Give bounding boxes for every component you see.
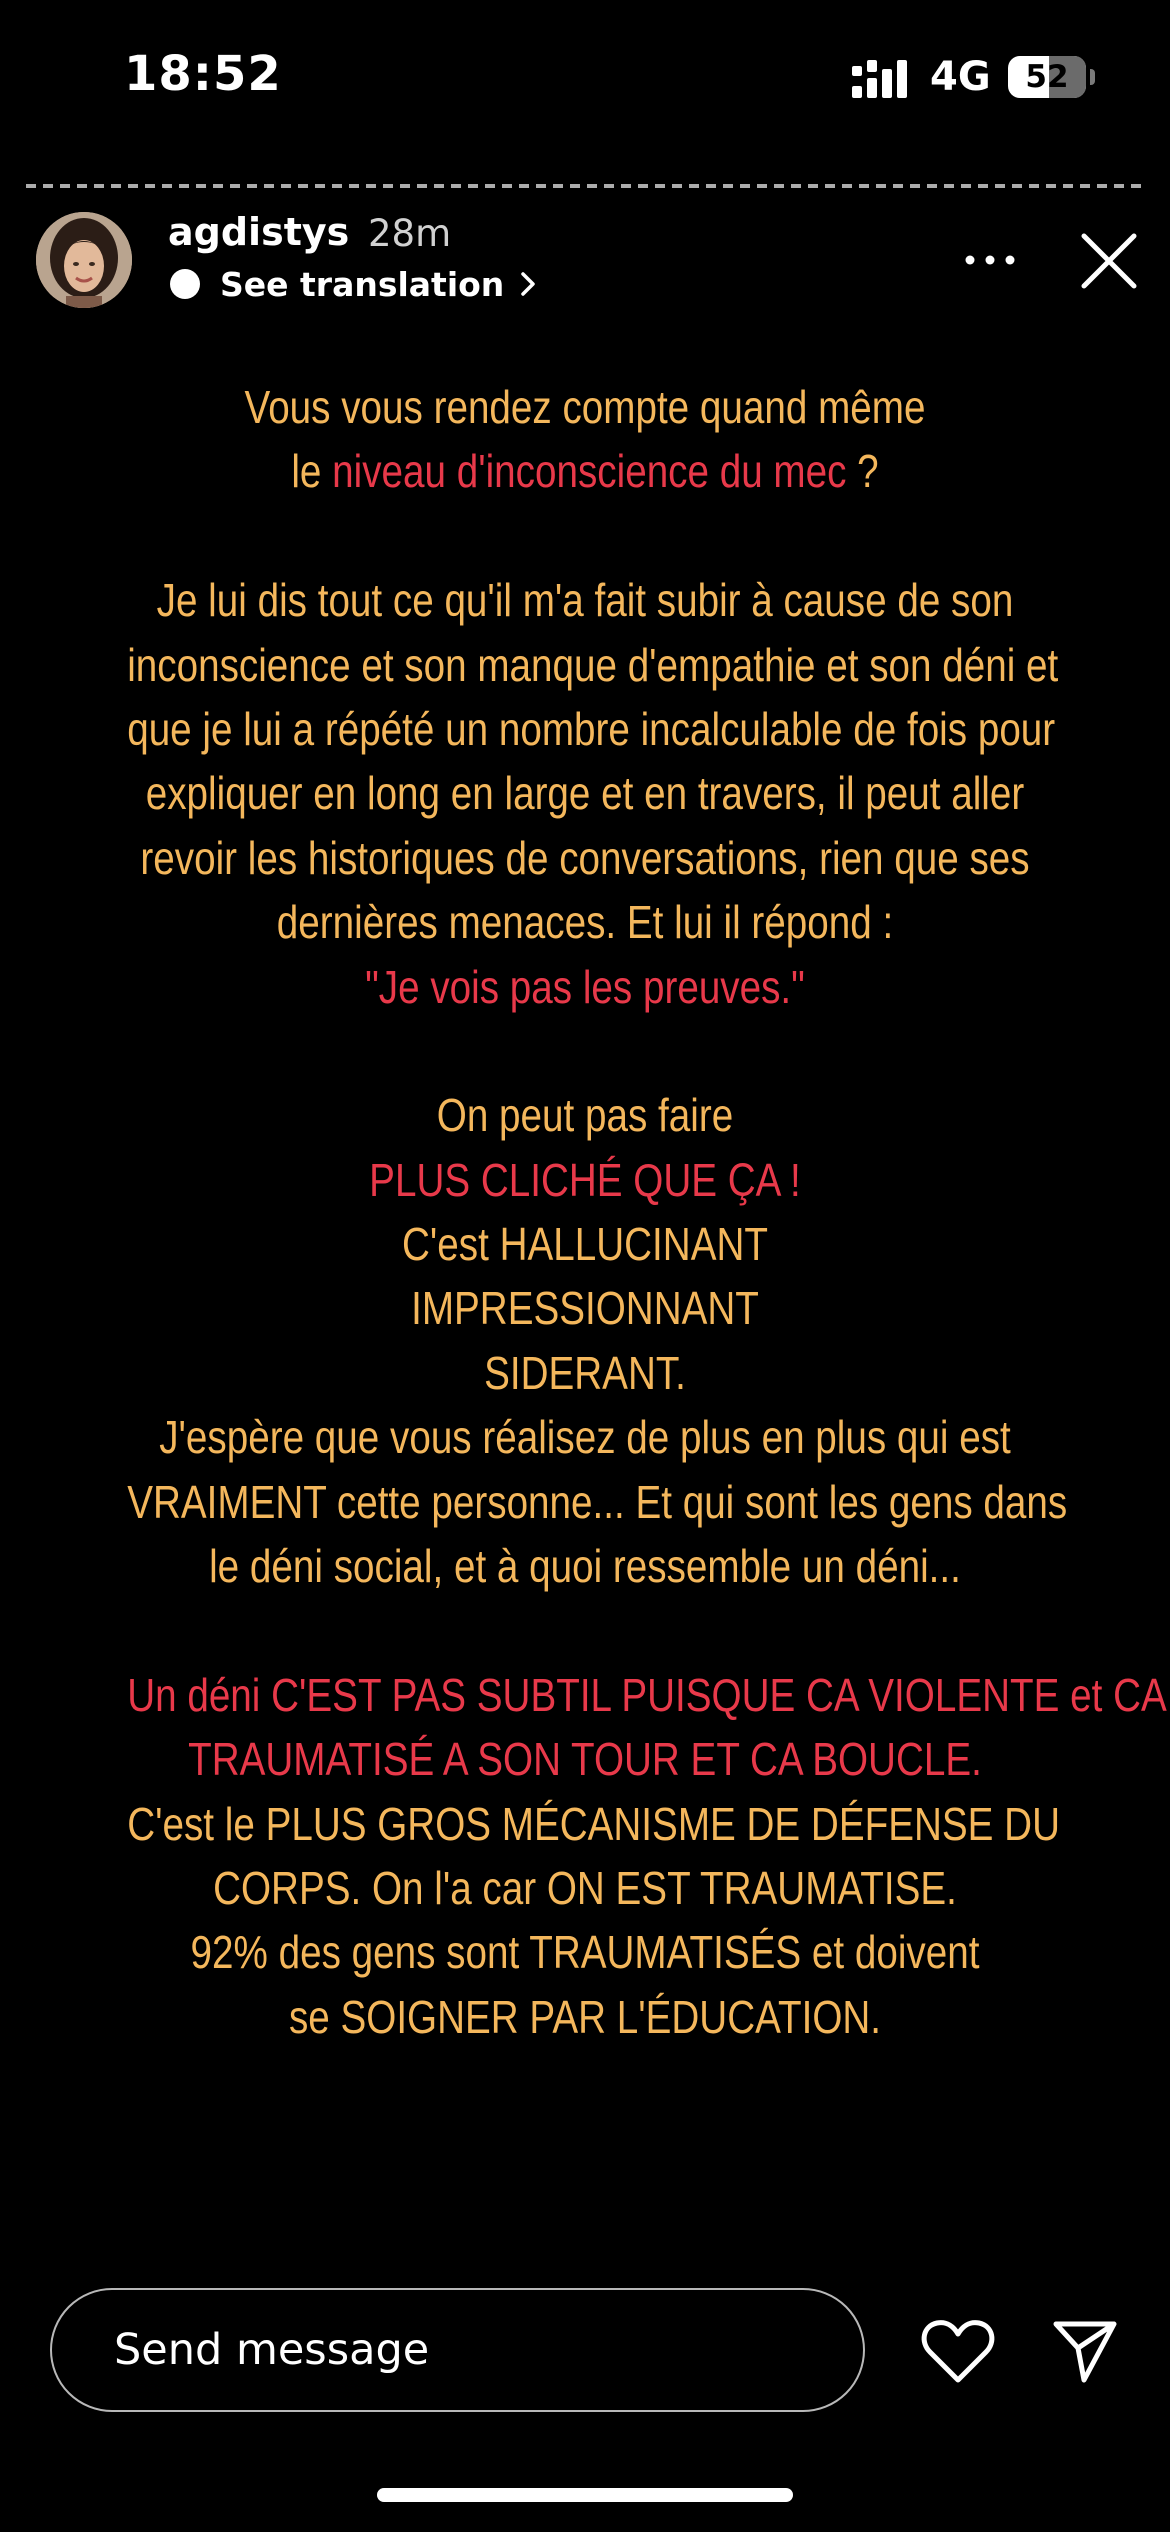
story-highlight-text: PLUS CLICHÉ QUE ÇA ! [369,1153,801,1206]
story-text-segment: SIDERANT. [484,1346,686,1399]
story-line: VRAIMENT cette personne... Et qui sont l… [127,1470,1067,1534]
story-text-segment: ? [846,445,879,498]
more-icon[interactable] [960,236,1020,284]
story-line: J'espère que vous réalisez de plus en pl… [127,1405,1043,1469]
story-text-segment: C'est HALLUCINANT [402,1218,768,1271]
story-text-segment: CORPS. On l'a car ON EST TRAUMATISE. [213,1861,957,1914]
story-line: "Je vois pas les preuves." [127,955,1043,1019]
status-bar: 18:52 4G 52 [0,0,1170,150]
story-highlight-text: "Je vois pas les preuves." [365,960,805,1013]
story-text-segment: dernières menaces. Et lui il répond : [276,896,894,949]
close-icon[interactable] [1078,230,1140,292]
story-line [127,504,1043,568]
story-text-segment: On peut pas faire [436,1089,734,1142]
story-line: C'est le PLUS GROS MÉCANISME DE DÉFENSE … [127,1792,1060,1856]
story-line: Un déni C'EST PAS SUBTIL PUISQUE CA VIOL… [127,1663,1167,1727]
story-text-segment: expliquer en long en large et en travers… [145,767,1025,820]
see-translation-button[interactable]: See translation [170,262,538,306]
story-line: le niveau d'inconscience du mec ? [127,439,1043,503]
username[interactable]: agdistys [168,210,349,254]
story-text-segment: J'espère que vous réalisez de plus en pl… [159,1411,1011,1464]
story-line: Je lui dis tout ce qu'il m'a fait subir … [127,568,1043,632]
send-message-box[interactable] [50,2288,865,2412]
battery-icon: 52 [1008,56,1086,98]
story-text-segment: revoir les historiques de conversations,… [140,831,1030,884]
story-line: que je lui a répété un nombre incalculab… [127,697,1055,761]
story-progress-bar [26,184,1144,188]
story-text-segment: le déni social, et à quoi ressemble un d… [209,1540,961,1593]
home-indicator [377,2488,793,2502]
story-line: se SOIGNER PAR L'ÉDUCATION. [127,1985,1043,2049]
network-type: 4G [930,54,991,100]
story-line: CORPS. On l'a car ON EST TRAUMATISE. [127,1856,1043,1920]
see-translation-label: See translation [220,264,505,304]
status-time: 18:52 [124,46,282,102]
story-text-segment: C'est le PLUS GROS MÉCANISME DE DÉFENSE … [127,1797,1060,1850]
post-time: 28m [368,212,452,255]
story-line: TRAUMATISÉ A SON TOUR ET CA BOUCLE. [127,1727,1043,1791]
story-text-segment: VRAIMENT cette personne... Et qui sont l… [127,1475,1068,1528]
story-text-segment: Vous vous rendez compte quand même [244,381,926,433]
story-line: On peut pas faire [127,1083,1043,1147]
story-line: dernières menaces. Et lui il répond : [127,890,1043,954]
chevron-right-icon [521,272,536,296]
story-line: Vous vous rendez compte quand même [127,375,1043,439]
battery-level: 52 [1025,59,1069,95]
signal-icon [852,60,907,98]
story-line: le déni social, et à quoi ressemble un d… [127,1534,1043,1598]
story-line [127,1598,1043,1662]
story-line: revoir les historiques de conversations,… [127,826,1043,890]
story-line: SIDERANT. [127,1341,1043,1405]
story-text-segment: se SOIGNER PAR L'ÉDUCATION. [288,1990,882,2043]
story-line: 92% des gens sont TRAUMATISÉS et doivent [127,1920,1043,1984]
send-icon[interactable] [1050,2316,1120,2386]
story-line: expliquer en long en large et en travers… [127,761,1043,825]
story-text-segment: 92% des gens sont TRAUMATISÉS et doivent [190,1926,980,1979]
story-line: inconscience et son manque d'empathie et… [127,633,1058,697]
story-text: Vous vous rendez compte quand même le niv… [127,375,1167,2049]
story-line: PLUS CLICHÉ QUE ÇA ! [127,1148,1043,1212]
heart-icon[interactable] [920,2318,996,2386]
send-message-input[interactable] [114,2290,814,2410]
story-text-segment: inconscience et son manque d'empathie et… [127,638,1059,691]
avatar-image [36,212,132,308]
story-text-segment: Je lui dis tout ce qu'il m'a fait subir … [156,574,1014,627]
translate-icon [170,269,200,299]
story-highlight-text: TRAUMATISÉ A SON TOUR ET CA BOUCLE. [188,1733,982,1786]
story-highlight-text: Un déni C'EST PAS SUBTIL PUISQUE CA VIOL… [127,1668,1167,1721]
avatar[interactable] [36,212,132,308]
story-line [127,1019,1043,1083]
story-text-segment: le [291,445,333,498]
battery-cap [1090,69,1095,85]
story-text-segment: que je lui a répété un nombre incalculab… [127,702,1056,755]
story-highlight-text: niveau d'inconscience du mec [332,445,847,498]
story-line: C'est HALLUCINANT [127,1212,1043,1276]
story-text-segment: IMPRESSIONNANT [411,1282,759,1335]
story-line: IMPRESSIONNANT [127,1276,1043,1340]
